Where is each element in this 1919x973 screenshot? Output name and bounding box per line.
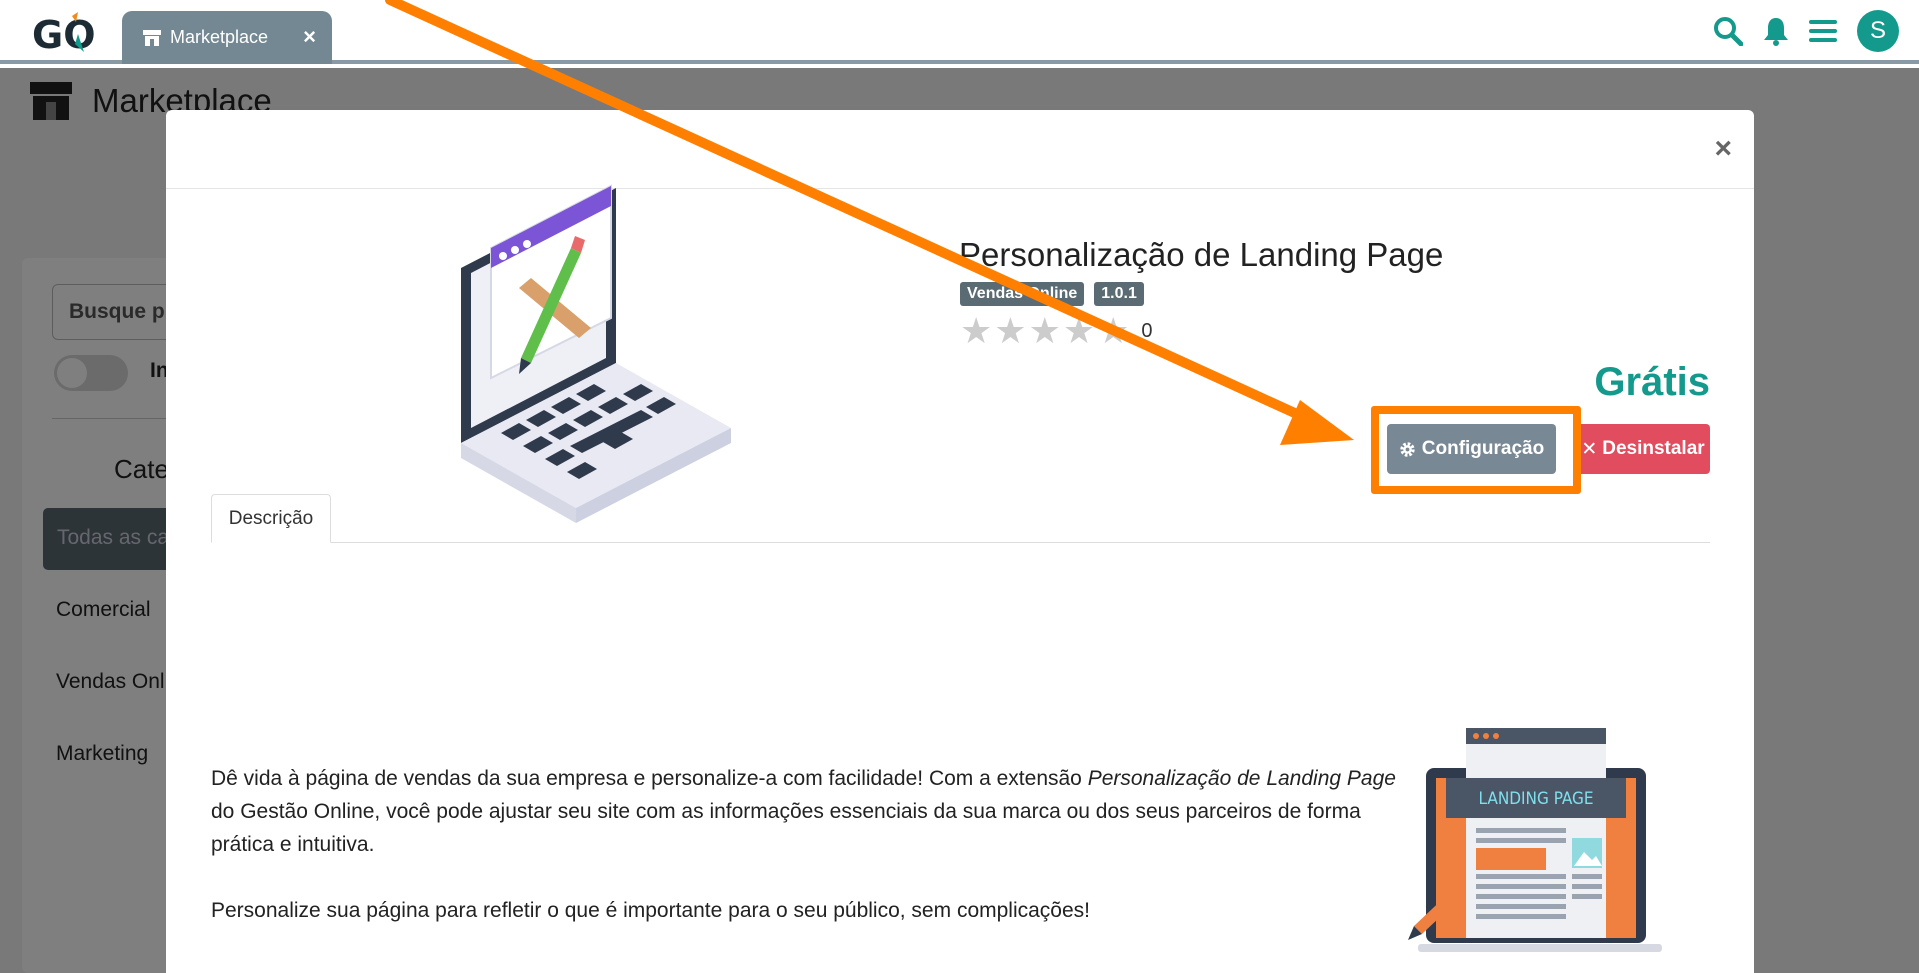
tab-close-icon[interactable]: × bbox=[303, 26, 316, 48]
annotation-highlight-box bbox=[1371, 406, 1581, 494]
close-icon[interactable]: × bbox=[1714, 134, 1732, 164]
tab-marketplace[interactable]: Marketplace × bbox=[122, 11, 332, 64]
svg-text:LANDING PAGE: LANDING PAGE bbox=[1478, 789, 1593, 809]
description-paragraph: Personalize sua página para refletir o q… bbox=[211, 899, 1090, 922]
uninstall-button-label: Desinstalar bbox=[1602, 438, 1705, 459]
bell-icon[interactable] bbox=[1763, 16, 1789, 46]
top-bar: GO Marketplace × S bbox=[0, 0, 1919, 64]
modal-header: × bbox=[166, 110, 1754, 189]
description-paragraph: Dê vida à página de vendas da sua empres… bbox=[211, 767, 1396, 856]
description-text: Dê vida à página de vendas da sua empres… bbox=[211, 762, 1401, 927]
star-icon: ★ bbox=[960, 310, 993, 351]
svg-text:GO: GO bbox=[32, 13, 96, 56]
top-actions: S bbox=[1713, 10, 1899, 52]
rating-count: 0 bbox=[1141, 319, 1153, 342]
app-title: Personalização de Landing Page bbox=[959, 236, 1444, 273]
search-icon[interactable] bbox=[1713, 16, 1743, 46]
avatar[interactable]: S bbox=[1857, 10, 1899, 52]
price: Grátis bbox=[1594, 360, 1710, 404]
menu-icon[interactable] bbox=[1809, 18, 1837, 44]
landing-page-illustration: LANDING PAGE bbox=[1408, 728, 1662, 952]
tab-description[interactable]: Descrição bbox=[211, 494, 331, 543]
app-detail-modal: × Personalização de Landing Page Vendas … bbox=[166, 110, 1754, 973]
star-icon: ★ bbox=[1028, 310, 1061, 351]
version-badge: 1.0.1 bbox=[1094, 282, 1144, 306]
rating: ★ ★ ★ ★ ★ 0 bbox=[960, 310, 1153, 352]
star-icon: ★ bbox=[994, 310, 1027, 351]
badges: Vendas Online 1.0.1 bbox=[960, 282, 1144, 306]
star-icon: ★ bbox=[1097, 310, 1130, 351]
close-icon: ✕ bbox=[1581, 438, 1598, 460]
laptop-illustration bbox=[432, 184, 731, 523]
star-icon: ★ bbox=[1062, 310, 1096, 351]
store-icon bbox=[143, 29, 161, 46]
tabs-divider bbox=[211, 542, 1710, 543]
uninstall-button[interactable]: ✕ Desinstalar bbox=[1576, 424, 1710, 474]
category-badge: Vendas Online bbox=[960, 282, 1085, 306]
tab-label: Marketplace bbox=[170, 27, 269, 47]
go-logo[interactable]: GO bbox=[32, 12, 102, 56]
